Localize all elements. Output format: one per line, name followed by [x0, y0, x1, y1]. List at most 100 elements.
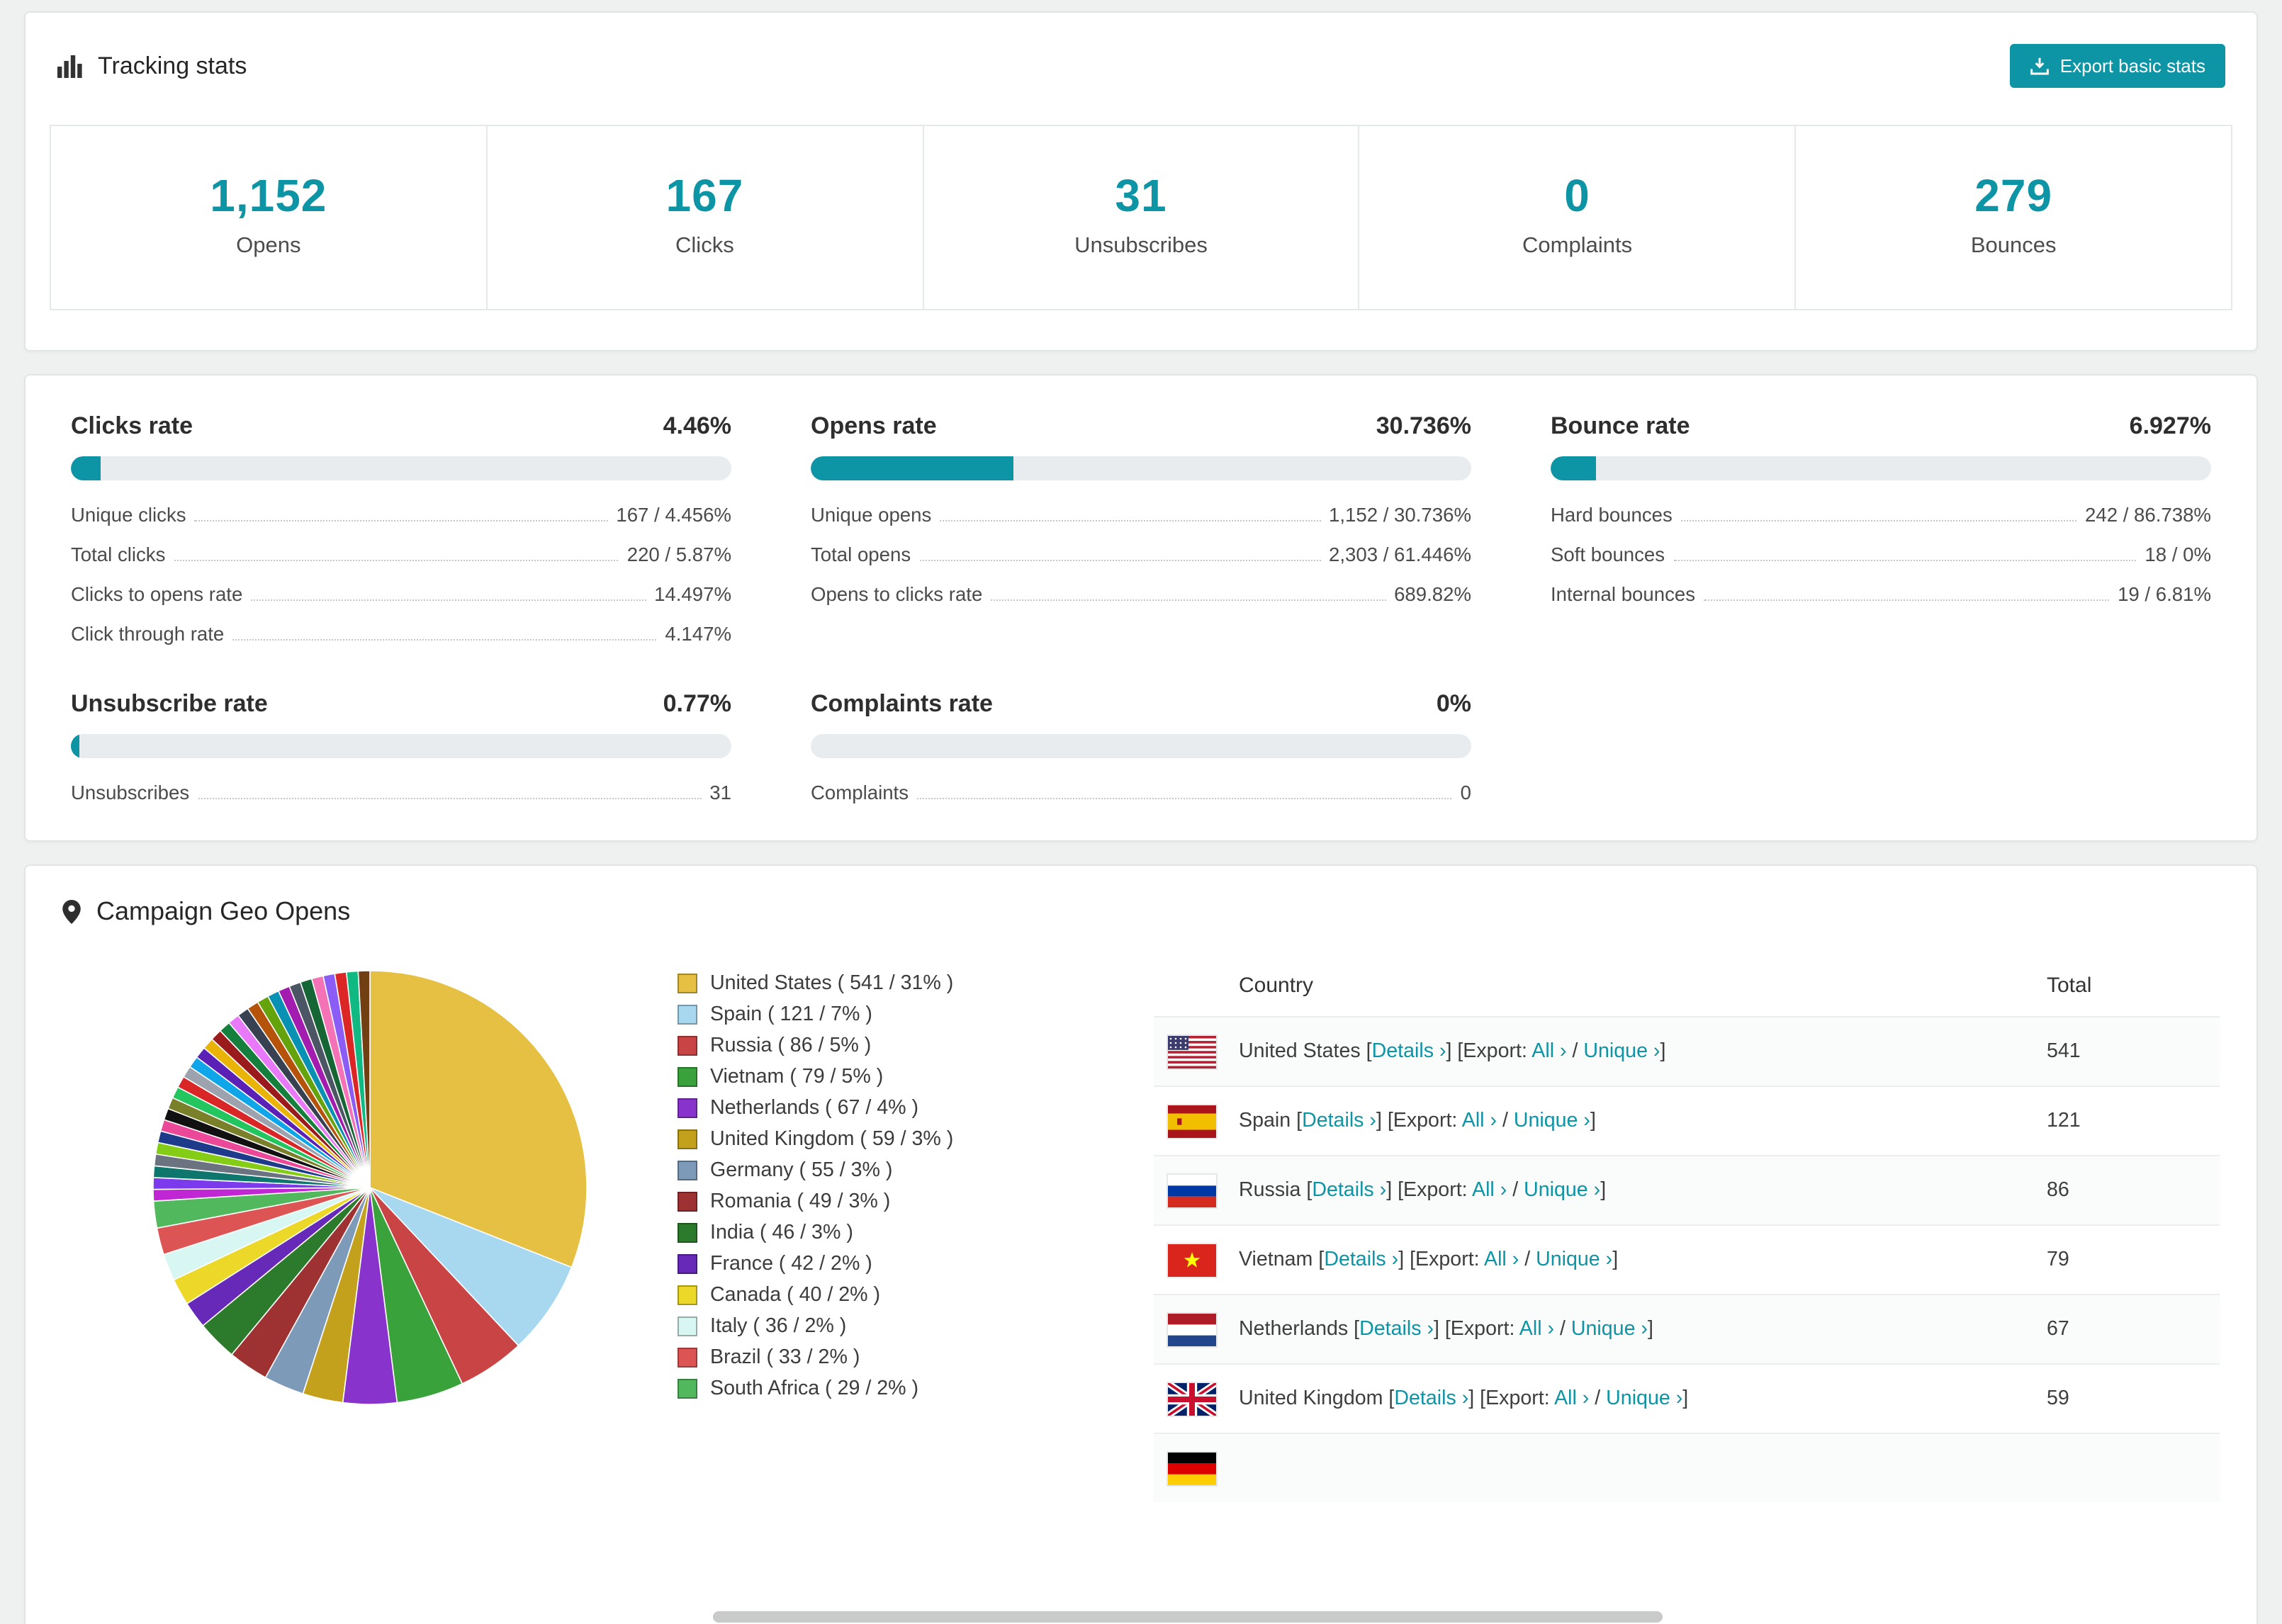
page: Tracking stats Export basic stats 1,152 …	[0, 0, 2282, 1624]
legend-label: Romania ( 49 / 3% )	[710, 1190, 891, 1213]
details-link[interactable]: Details ›	[1302, 1110, 1376, 1132]
rate-percentage: 30.736%	[1376, 412, 1471, 439]
rate-title: Bounce rate	[1551, 412, 1690, 439]
stat-opens: 1,152 Opens	[51, 126, 488, 309]
rate-stat-row: Clicks to opens rate 14.497%	[71, 584, 731, 605]
progress-bar-fill	[811, 456, 1014, 480]
details-link[interactable]: Details ›	[1324, 1248, 1398, 1271]
stat-value: 18 / 0%	[2145, 544, 2211, 565]
export-basic-stats-button[interactable]: Export basic stats	[2010, 44, 2225, 88]
country-name: Russia	[1239, 1179, 1301, 1202]
stat-value: 19 / 6.81%	[2118, 584, 2211, 605]
rate-title: Clicks rate	[71, 412, 193, 439]
legend-item-netherlands: Netherlands ( 67 / 4% )	[678, 1097, 1137, 1120]
export-all-link[interactable]: All ›	[1462, 1110, 1497, 1132]
country-name: United States	[1239, 1040, 1361, 1063]
stat-name: Internal bounces	[1551, 584, 1696, 605]
rate-stat-row: Soft bounces 18 / 0%	[1551, 544, 2211, 565]
flag-cell	[1167, 1450, 1239, 1486]
progress-bar	[71, 734, 731, 758]
stat-value: 4.147%	[665, 624, 731, 645]
export-unique-link[interactable]: Unique ›	[1536, 1248, 1612, 1271]
export-all-link[interactable]: All ›	[1531, 1040, 1566, 1063]
details-link[interactable]: Details ›	[1359, 1318, 1434, 1341]
legend-item-brazil: Brazil ( 33 / 2% )	[678, 1346, 1137, 1369]
legend-item-canada: Canada ( 40 / 2% )	[678, 1284, 1137, 1307]
stat-name: Opens to clicks rate	[811, 584, 983, 605]
export-all-link[interactable]: All ›	[1484, 1248, 1519, 1271]
export-unique-link[interactable]: Unique ›	[1524, 1179, 1600, 1202]
stat-value: 31	[1115, 170, 1167, 221]
country-cell: United States [Details ›] [Export: All ›…	[1239, 1040, 1666, 1063]
export-unique-link[interactable]: Unique ›	[1514, 1110, 1590, 1132]
geo-row-united-states: United States [Details ›] [Export: All ›…	[1154, 1016, 2220, 1086]
dotted-leader	[232, 639, 657, 641]
legend-label: France ( 42 / 2% )	[710, 1253, 872, 1275]
legend-swatch	[678, 1036, 697, 1056]
geo-table: Country Total United States [Details ›] …	[1154, 955, 2220, 1502]
country-cell: United Kingdom [Details ›] [Export: All …	[1239, 1387, 1689, 1410]
legend-label: South Africa ( 29 / 2% )	[710, 1377, 919, 1400]
stat-value: 31	[709, 782, 731, 803]
rate-title: Opens rate	[811, 412, 937, 439]
rate-head: Opens rate 30.736%	[811, 412, 1471, 441]
progress-bar-fill	[71, 734, 79, 758]
stat-value: 2,303 / 61.446%	[1329, 544, 1471, 565]
geo-opens-panel: Campaign Geo Opens United States ( 541 /…	[24, 864, 2258, 1624]
legend-label: Germany ( 55 / 3% )	[710, 1159, 893, 1182]
flag-cell	[1167, 1242, 1239, 1278]
country-cell: Spain [Details ›] [Export: All › / Uniqu…	[1239, 1110, 1596, 1132]
country-name: Vietnam	[1239, 1248, 1313, 1271]
legend-label: Vietnam ( 79 / 5% )	[710, 1066, 884, 1088]
geo-table-header: Country Total	[1154, 955, 2220, 1016]
stat-value: 220 / 5.87%	[626, 544, 731, 565]
export-unique-link[interactable]: Unique ›	[1583, 1040, 1660, 1063]
rate-block-bounce-rate: Bounce rate 6.927% Hard bounces 242 / 86…	[1551, 412, 2211, 645]
export-unique-link[interactable]: Unique ›	[1571, 1318, 1648, 1341]
export-all-link[interactable]: All ›	[1472, 1179, 1507, 1202]
details-link[interactable]: Details ›	[1372, 1040, 1446, 1063]
flag-cell	[1167, 1173, 1239, 1208]
rate-percentage: 4.46%	[663, 412, 731, 439]
progress-bar	[1551, 456, 2211, 480]
legend-label: Russia ( 86 / 5% )	[710, 1034, 872, 1057]
export-all-link[interactable]: All ›	[1519, 1318, 1554, 1341]
geo-opens-title: Campaign Geo Opens	[96, 897, 351, 925]
stat-label: Clicks	[675, 234, 734, 258]
export-all-link[interactable]: All ›	[1554, 1387, 1589, 1410]
country-name: United Kingdom	[1239, 1387, 1383, 1410]
horizontal-scrollbar-thumb[interactable]	[713, 1611, 1663, 1623]
bar-chart-icon	[57, 53, 84, 79]
dotted-leader	[1680, 520, 2076, 521]
rate-stat-row: Internal bounces 19 / 6.81%	[1551, 584, 2211, 605]
tracking-stats-title: Tracking stats	[57, 52, 247, 80]
legend-item-south-africa: South Africa ( 29 / 2% )	[678, 1377, 1137, 1400]
legend-swatch	[678, 1005, 697, 1025]
geo-pie-chart	[62, 955, 678, 1502]
dotted-leader	[251, 599, 646, 601]
geo-row-partial	[1154, 1433, 2220, 1502]
rate-stat-row: Hard bounces 242 / 86.738%	[1551, 504, 2211, 526]
legend-label: United States ( 541 / 31% )	[710, 972, 954, 995]
stat-value: 167	[665, 170, 744, 221]
export-unique-link[interactable]: Unique ›	[1606, 1387, 1682, 1410]
rate-stat-row: Complaints 0	[811, 782, 1471, 803]
rates-grid: Clicks rate 4.46% Unique clicks 167 / 4.…	[71, 412, 2211, 803]
stat-unsubscribes: 31 Unsubscribes	[923, 126, 1360, 309]
rate-head: Unsubscribe rate 0.77%	[71, 690, 731, 718]
country-total: 541	[2047, 1040, 2081, 1063]
rate-head: Bounce rate 6.927%	[1551, 412, 2211, 441]
country-column-header: Country	[1239, 974, 1314, 998]
legend-swatch	[678, 1129, 697, 1149]
legend-item-india: India ( 46 / 3% )	[678, 1222, 1137, 1244]
legend-swatch	[678, 1348, 697, 1368]
stat-label: Bounces	[1970, 234, 2057, 258]
progress-bar-fill	[1551, 456, 1597, 480]
details-link[interactable]: Details ›	[1394, 1387, 1468, 1410]
country-cell: Netherlands [Details ›] [Export: All › /…	[1239, 1318, 1653, 1341]
legend-swatch	[678, 1223, 697, 1243]
details-link[interactable]: Details ›	[1312, 1179, 1386, 1202]
legend-label: India ( 46 / 3% )	[710, 1222, 853, 1244]
stat-name: Total clicks	[71, 544, 166, 565]
stat-label: Opens	[236, 234, 301, 258]
